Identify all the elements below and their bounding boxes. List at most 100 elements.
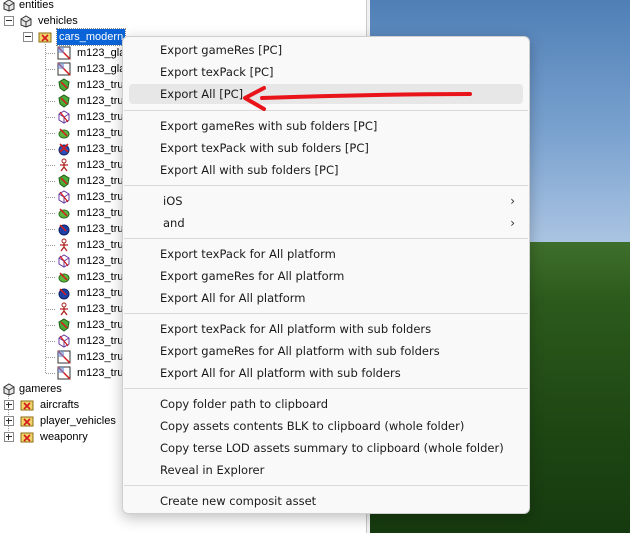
folder-cube-icon (20, 15, 32, 28)
menu-export-gameres-all-platform-sub[interactable]: Export gameRes for All platform with sub… (129, 341, 523, 361)
tree-connector (46, 309, 55, 310)
menu-item-label: and (163, 216, 185, 230)
menu-export-texpack-pc[interactable]: Export texPack [PC] (129, 62, 523, 82)
menu-export-gameres-all-platform[interactable]: Export gameRes for All platform (129, 266, 523, 286)
folder-cube-icon (3, 383, 15, 396)
menu-export-texpack-all-platform[interactable]: Export texPack for All platform (129, 244, 523, 264)
menu-copy-folder-path[interactable]: Copy folder path to clipboard (129, 394, 523, 414)
skeleton-icon (60, 238, 68, 252)
tree-item-label: m123_gla (77, 47, 126, 59)
red-x-icon (58, 143, 70, 156)
folder-cube-icon (3, 0, 15, 12)
tree-item-label: m123_tru (77, 143, 124, 155)
tree-item-label: m123_tru (77, 255, 124, 267)
collapse-toggle-icon[interactable] (23, 32, 33, 42)
tree-connector (46, 197, 55, 198)
texture-icon (57, 366, 71, 380)
tree-connector (46, 53, 55, 54)
folder-x-icon (20, 432, 34, 443)
tree-item-label: m123_tru (77, 95, 124, 107)
tree-connector (46, 85, 55, 86)
expand-toggle-icon[interactable] (4, 416, 14, 426)
green-fish-icon (58, 128, 70, 139)
folder-x-icon (20, 400, 34, 411)
menu-copy-assets-blk[interactable]: Copy assets contents BLK to clipboard (w… (129, 416, 523, 436)
tree-node-label: gameres (19, 383, 62, 395)
tree-item-label: m123_gla (77, 63, 126, 75)
menu-separator (124, 388, 528, 389)
chevron-right-icon: › (510, 194, 515, 208)
tree-item-label: m123_tru (77, 175, 124, 187)
menu-submenu-ios[interactable]: iOS › (129, 191, 523, 211)
menu-submenu-and[interactable]: and › (129, 213, 523, 233)
green-fish-icon (58, 208, 70, 219)
tree-connector (46, 117, 55, 118)
tree-connector (46, 101, 55, 102)
tree-connector (46, 277, 55, 278)
menu-export-all-sub-pc[interactable]: Export All with sub folders [PC] (129, 160, 523, 180)
green-shield-icon (58, 318, 70, 332)
menu-separator (124, 185, 528, 186)
tree-item-label: m123_tru (77, 191, 124, 203)
tree-connector (46, 245, 55, 246)
tree-item-label: m123_tru (77, 79, 124, 91)
green-fish-icon (58, 272, 70, 283)
tree-connector (46, 133, 55, 134)
tree-connector (46, 149, 55, 150)
tree-connector (46, 261, 55, 262)
tree-node-label: entities (19, 0, 54, 11)
menu-export-gameres-pc[interactable]: Export gameRes [PC] (129, 40, 523, 60)
tree-item-label: m123_tru (77, 223, 124, 235)
menu-reveal-in-explorer[interactable]: Reveal in Explorer (129, 460, 523, 480)
menu-export-gameres-sub-pc[interactable]: Export gameRes with sub folders [PC] (129, 116, 523, 136)
menu-item-label: iOS (163, 194, 183, 208)
skeleton-icon (60, 158, 68, 172)
tree-node-entities[interactable]: entities (0, 0, 366, 13)
tree-node-label: vehicles (38, 15, 78, 27)
tree-item-label: m123_tru (77, 207, 124, 219)
tree-item-label: m123_tru (77, 367, 124, 379)
tree-node-vehicles[interactable]: vehicles (0, 13, 366, 29)
texture-icon (57, 62, 71, 76)
folder-x-icon (38, 32, 52, 43)
tree-connector (46, 341, 55, 342)
tree-node-label: weaponry (40, 431, 88, 443)
tree-item-label: m123_tru (77, 335, 124, 347)
blue-sphere-icon (58, 224, 70, 236)
green-shield-icon (58, 94, 70, 108)
tree-connector (46, 165, 55, 166)
tree-item-label: m123_tru (77, 287, 124, 299)
tree-item-label: m123_tru (77, 127, 124, 139)
texture-icon (57, 46, 71, 60)
tree-connector (46, 325, 55, 326)
tree-item-label: m123_tru (77, 319, 124, 331)
menu-copy-terse-lod[interactable]: Copy terse LOD assets summary to clipboa… (129, 438, 523, 458)
menu-export-all-all-platform[interactable]: Export All for All platform (129, 288, 523, 308)
expand-toggle-icon[interactable] (4, 432, 14, 442)
menu-separator (124, 313, 528, 314)
tree-item-label: m123_tru (77, 111, 124, 123)
lod-cube-icon (58, 334, 70, 348)
tree-item-label: m123_tru (77, 303, 124, 315)
menu-separator (124, 485, 528, 486)
tree-connector (46, 373, 55, 374)
tree-item-label: m123_tru (77, 271, 124, 283)
menu-create-composit-asset[interactable]: Create new composit asset (129, 491, 523, 511)
lod-cube-icon (58, 110, 70, 124)
tree-item-label: m123_tru (77, 159, 124, 171)
collapse-toggle-icon[interactable] (4, 16, 14, 26)
tree-node-label: cars_modern (55, 28, 127, 46)
tree-connector (46, 293, 55, 294)
tree-connector (46, 229, 55, 230)
folder-x-icon (20, 416, 34, 427)
menu-export-texpack-all-platform-sub[interactable]: Export texPack for All platform with sub… (129, 319, 523, 339)
annotation-arrow-icon (243, 86, 472, 111)
menu-export-all-all-platform-sub[interactable]: Export All for All platform with sub fol… (129, 363, 523, 383)
chevron-right-icon: › (510, 216, 515, 230)
green-shield-icon (58, 174, 70, 188)
green-shield-icon (58, 78, 70, 92)
tree-item-label: m123_tru (77, 351, 124, 363)
tree-item-label: m123_tru (77, 239, 124, 251)
expand-toggle-icon[interactable] (4, 400, 14, 410)
menu-export-texpack-sub-pc[interactable]: Export texPack with sub folders [PC] (129, 138, 523, 158)
